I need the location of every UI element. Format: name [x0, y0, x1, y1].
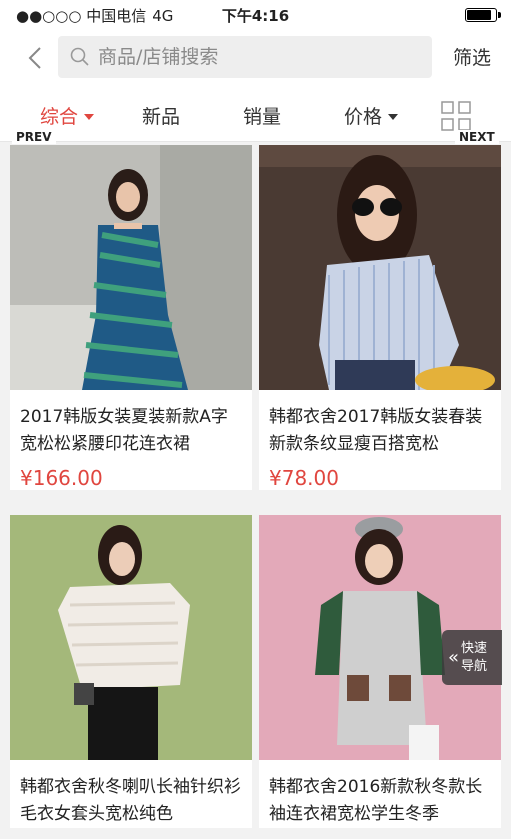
quick-nav-label: 快速 导航 — [461, 640, 487, 676]
product-title: 2017韩版女装夏装新款A字宽松松紧腰印花连衣裙 — [20, 407, 228, 454]
quick-nav-line1: 快速 — [461, 640, 488, 656]
product-title: 韩都衣舍2016新款秋冬款长袖连衣裙宽松学生冬季 — [269, 777, 483, 824]
product-photo — [10, 145, 252, 390]
status-time: 下午4:16 — [221, 7, 290, 25]
product-photo — [10, 515, 252, 760]
search-field[interactable] — [58, 36, 432, 78]
search-icon — [70, 47, 89, 66]
battery-icon — [465, 8, 501, 22]
tab-label: 销量 — [243, 106, 282, 128]
double-chevron-left-icon: « — [448, 647, 460, 668]
status-bar: ●●○○○ 中国电信 4G 下午4:16 — [0, 0, 511, 30]
prev-label[interactable]: PREV — [12, 130, 56, 144]
product-title: 韩都衣舍2017韩版女装春装新款条纹显瘦百搭宽松 — [269, 407, 483, 454]
filter-button[interactable]: 筛选 — [453, 43, 491, 70]
search-input[interactable] — [98, 36, 418, 78]
caret-down-icon — [84, 113, 95, 120]
search-header: 筛选 — [0, 30, 511, 86]
tab-label: 新品 — [142, 106, 181, 128]
back-arrow-icon[interactable] — [22, 44, 50, 72]
product-card[interactable]: 韩都衣舍秋冬喇叭长袖针织衫毛衣女套头宽松纯色 — [10, 515, 252, 828]
sort-tabs: 综合 新品 销量 价格 — [0, 86, 511, 142]
quick-nav-line2: 导航 — [461, 658, 488, 674]
product-price: ¥78.00 — [269, 466, 339, 490]
tab-label: 综合 — [40, 106, 79, 128]
tab-price[interactable]: 价格 — [344, 102, 399, 129]
grid-view-icon[interactable] — [440, 100, 472, 132]
product-card[interactable]: 2017韩版女装夏装新款A字宽松松紧腰印花连衣裙 ¥166.00 — [10, 145, 252, 490]
tab-new[interactable]: 新品 — [142, 102, 180, 129]
quick-nav-button[interactable]: « 快速 导航 — [442, 630, 502, 685]
next-label[interactable]: NEXT — [455, 130, 499, 144]
tab-label: 价格 — [344, 106, 383, 128]
tab-comprehensive[interactable]: 综合 — [40, 102, 95, 129]
product-photo — [259, 145, 501, 394]
tab-sales[interactable]: 销量 — [243, 102, 281, 129]
caret-down-icon — [388, 113, 399, 120]
product-price: ¥166.00 — [20, 466, 103, 490]
product-card[interactable]: 韩都衣舍2017韩版女装春装新款条纹显瘦百搭宽松 ¥78.00 — [259, 145, 501, 490]
product-title: 韩都衣舍秋冬喇叭长袖针织衫毛衣女套头宽松纯色 — [20, 777, 241, 824]
